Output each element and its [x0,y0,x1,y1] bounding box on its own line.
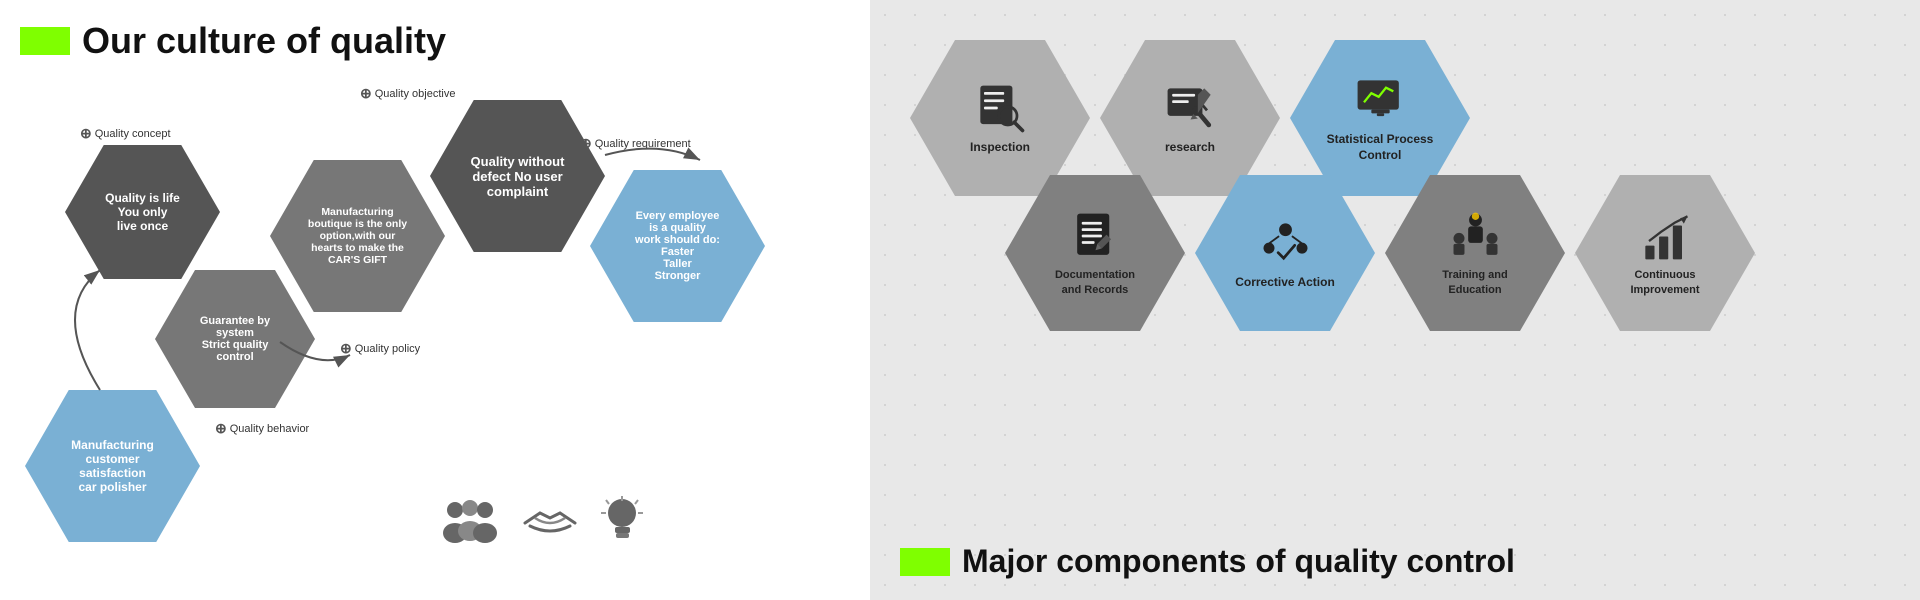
annotation-quality-objective: ⊕ Quality objective [360,85,455,102]
hex-corrective: Corrective Action [1195,175,1375,331]
spc-icon [1353,73,1408,128]
hex-research: research [1100,40,1280,196]
hex-improvement: Continuous Improvement [1575,175,1755,331]
improvement-icon [1638,209,1693,264]
hex-spc: Statistical Process Control [1290,40,1470,196]
left-panel: Our culture of quality ⊕ Quality concept… [0,0,870,600]
hex-guarantee: Guarantee by system Strict quality contr… [155,270,315,408]
lightbulb-icon [600,495,645,550]
annotation-quality-behavior: ⊕ Quality behavior [215,420,309,437]
hex-quality-defect: Quality without defect No user complaint [430,100,605,252]
hex-manufacturing-customer: Manufacturing customer satisfaction car … [25,390,200,542]
title-area: Our culture of quality [20,20,850,62]
corrective-icon [1258,216,1313,271]
green-bar-left [20,27,70,55]
documentation-icon [1068,209,1123,264]
annotation-quality-requirement: ⊕ Quality requirement [580,135,691,152]
people-group-icon [440,498,500,548]
hex-training: Training and Education [1385,175,1565,331]
right-title-area: Major components of quality control [900,543,1515,580]
right-panel: Inspection research [870,0,1920,600]
inspection-icon [973,81,1028,136]
hex-every-employee: Every employee is a quality work should … [590,170,765,322]
hex-grid-right: Inspection research [900,30,1880,460]
hex-manufacturing-boutique: Manufacturing boutique is the only optio… [270,160,445,312]
right-main-title: Major components of quality control [962,543,1515,580]
green-bar-right [900,548,950,576]
handshake-icon [520,498,580,548]
annotation-quality-concept: ⊕ Quality concept [80,125,171,142]
hex-documentation: Documentation and Records [1005,175,1185,331]
hex-quality-life: Quality is life You only live once [65,145,220,279]
research-icon [1163,81,1218,136]
hex-inspection: Inspection [910,40,1090,196]
bottom-icons [440,495,645,550]
main-title: Our culture of quality [82,20,446,62]
training-icon [1448,209,1503,264]
hex-container: ⊕ Quality concept ⊕ Quality objective ⊕ … [0,60,870,580]
annotation-quality-policy: ⊕ Quality policy [340,340,420,357]
